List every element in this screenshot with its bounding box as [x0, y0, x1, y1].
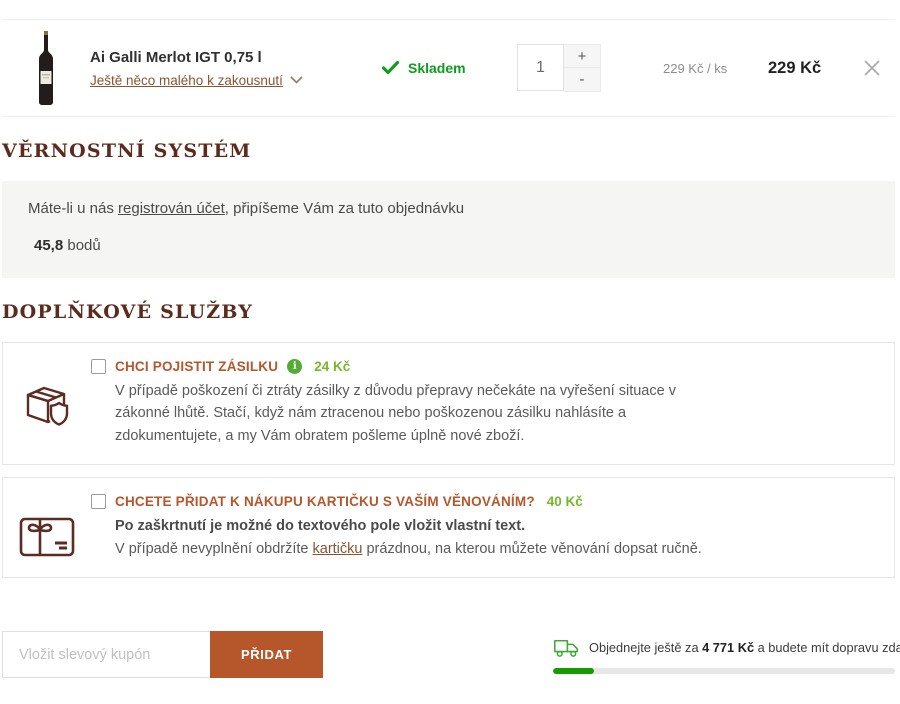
insurance-price: 24 Kč	[314, 359, 350, 374]
shipping-progress-fill	[553, 668, 594, 674]
availability-label: Skladem	[408, 60, 466, 76]
truck-icon	[553, 637, 580, 658]
loyalty-text-after: , připíšeme Vám za tuto objednávku	[225, 200, 464, 217]
free-shipping-text: Objednejte ještě za 4 771 Kč a budete mí…	[589, 640, 900, 655]
quantity-input[interactable]	[517, 44, 564, 91]
check-icon	[382, 61, 399, 75]
giftcard-description: Po zaškrtnutí je možné do textového pole…	[115, 515, 723, 560]
unit-price: 229 Kč / ks	[663, 61, 768, 76]
giftcard-checkbox[interactable]	[91, 494, 106, 509]
quantity-stepper: + -	[517, 44, 601, 92]
gift-card-icon	[19, 516, 75, 558]
coupon-form: PŘIDAT	[2, 631, 323, 678]
shipping-text-before: Objednejte ještě za	[589, 640, 702, 655]
loyalty-text-before: Máte-li u nás	[28, 200, 118, 217]
upsell-link[interactable]: Ještě něco malého k zakousnutí	[90, 73, 283, 88]
quantity-increase-button[interactable]: +	[564, 44, 601, 68]
chevron-down-icon[interactable]	[290, 76, 303, 84]
product-title: Ai Galli Merlot IGT 0,75 l	[90, 49, 382, 66]
loyalty-box: Máte-li u nás registrován účet, připíšem…	[2, 181, 895, 278]
giftcard-price: 40 Kč	[547, 494, 583, 509]
insurance-description: V případě poškození či ztráty zásilky z …	[115, 380, 723, 447]
product-image	[28, 30, 64, 106]
shipping-amount: 4 771 Kč	[702, 640, 754, 655]
points-value: 45,8	[34, 237, 63, 254]
wine-bottle-icon	[28, 30, 64, 106]
service-giftcard-box: CHCETE PŘIDAT K NÁKUPU KARTIČKU S VAŠÍM …	[2, 477, 895, 578]
registered-account-link[interactable]: registrován účet	[118, 200, 225, 217]
package-shield-icon	[21, 381, 73, 429]
availability-status: Skladem	[382, 60, 517, 76]
service-icon-wrap	[3, 494, 91, 558]
coupon-input[interactable]	[2, 631, 210, 678]
loyalty-heading: VĚRNOSTNÍ SYSTÉM	[2, 140, 895, 162]
loyalty-points: 45,8 bodů	[28, 237, 869, 254]
bottom-row: PŘIDAT Objednejte ještě za 4 771 Kč a bu…	[2, 631, 895, 678]
giftcard-description-text: V případě nevyplnění obdržíte	[115, 541, 313, 557]
loyalty-text: Máte-li u nás registrován účet, připíšem…	[28, 200, 869, 217]
cart-item-row: Ai Galli Merlot IGT 0,75 l Ještě něco ma…	[2, 19, 895, 117]
insurance-checkbox[interactable]	[91, 359, 106, 374]
service-insurance-box: CHCI POJISTIT ZÁSILKU i 24 Kč V případě …	[2, 342, 895, 465]
quantity-decrease-button[interactable]: -	[564, 68, 601, 92]
remove-item-icon[interactable]	[863, 59, 881, 77]
insurance-label[interactable]: CHCI POJISTIT ZÁSILKU	[115, 359, 278, 374]
giftcard-description-bold: Po zaškrtnutí je možné do textového pole…	[115, 518, 525, 534]
product-info: Ai Galli Merlot IGT 0,75 l Ještě něco ma…	[90, 49, 382, 88]
shipping-text-after: a budete mít dopravu zdarma.	[754, 640, 900, 655]
giftcard-label[interactable]: CHCETE PŘIDAT K NÁKUPU KARTIČKU S VAŠÍM …	[115, 494, 535, 509]
total-price: 229 Kč	[768, 59, 863, 78]
card-link[interactable]: kartičku	[313, 541, 363, 557]
service-icon-wrap	[3, 359, 91, 429]
info-icon[interactable]: i	[287, 359, 302, 374]
cart-page: Ai Galli Merlot IGT 0,75 l Ještě něco ma…	[0, 19, 897, 678]
free-shipping-widget: Objednejte ještě za 4 771 Kč a budete mí…	[553, 631, 895, 674]
coupon-add-button[interactable]: PŘIDAT	[210, 631, 323, 678]
shipping-progress-track	[553, 668, 895, 674]
points-unit: bodů	[67, 237, 100, 254]
giftcard-description-text-after: prázdnou, na kterou můžete věnování dops…	[362, 541, 701, 557]
services-heading: DOPLŇKOVÉ SLUŽBY	[2, 301, 895, 323]
